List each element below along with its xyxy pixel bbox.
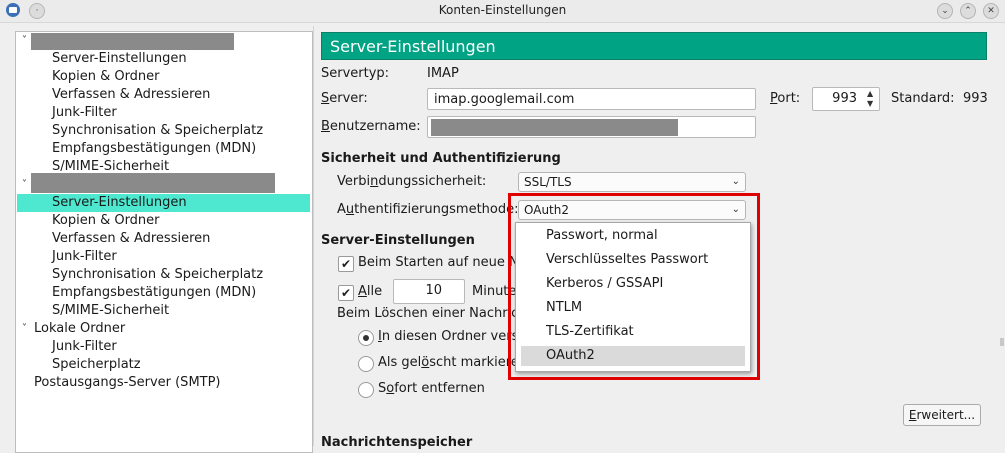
username-label: Benutzername:: [321, 119, 421, 134]
standard-port-value: 993: [963, 91, 988, 106]
tree-item-smtp[interactable]: Postausgangs-Server (SMTP): [34, 374, 221, 392]
spin-up-icon[interactable]: ▲: [867, 90, 873, 98]
check-interval-stepper[interactable]: 10: [393, 279, 465, 304]
close-icon: ✕: [987, 6, 995, 16]
on-delete-label: Beim Löschen einer Nachrich: [337, 306, 527, 321]
expand-arrow-icon[interactable]: ˅: [22, 179, 27, 190]
username-redacted: [431, 119, 678, 136]
tree-item-server-settings-2[interactable]: Server-Einstellungen: [17, 194, 310, 212]
scrollbar[interactable]: [1000, 338, 1004, 346]
tree-item-mdn-2[interactable]: Empfangsbestätigungen (MDN): [52, 284, 256, 302]
expand-arrow-icon[interactable]: ˅: [22, 35, 27, 46]
check-icon: ✔: [340, 286, 352, 300]
tree-item-sync-1[interactable]: Synchronisation & Speicherplatz: [52, 122, 263, 140]
server-settings-heading: Server-Einstellungen: [321, 233, 475, 248]
advanced-button[interactable]: Erweitert...: [903, 404, 981, 426]
server-label: Server:: [321, 91, 368, 106]
connection-security-label: Verbindungssicherheit:: [337, 174, 487, 189]
mark-deleted-label: Als gelöscht markierer: [378, 355, 525, 370]
tree-item-server-settings-1[interactable]: Server-Einstellungen: [52, 50, 187, 68]
maximize-button[interactable]: ⌃: [960, 3, 976, 19]
minimize-button[interactable]: ⌄: [937, 3, 953, 19]
check-icon: ✔: [340, 257, 352, 271]
account-name-redacted[interactable]: [31, 173, 275, 193]
chevron-up-icon: ⌃: [964, 6, 972, 16]
tree-item-local-storage[interactable]: Speicherplatz: [52, 356, 141, 374]
tree-item-mdn-1[interactable]: Empfangsbestätigungen (MDN): [52, 140, 256, 158]
remove-immediately-label: Sofort entfernen: [378, 381, 485, 396]
tree-item-local-junk[interactable]: Junk-Filter: [52, 338, 117, 356]
tree-item-junk-2[interactable]: Junk-Filter: [52, 248, 117, 266]
chevron-down-icon: ⌄: [941, 6, 949, 16]
port-label: Port:: [770, 91, 801, 106]
highlight-annotation-frame: [508, 193, 760, 380]
check-startup-label: Beim Starten auf neue Na: [358, 255, 527, 270]
window-title: Konten-Einstellungen: [438, 3, 567, 17]
tree-item-local-folders[interactable]: Lokale Ordner: [34, 320, 125, 338]
tree-item-copies-folders-2[interactable]: Kopien & Ordner: [52, 212, 160, 230]
security-heading: Sicherheit und Authentifizierung: [321, 151, 561, 166]
username-input[interactable]: [427, 116, 756, 138]
remove-immediately-radio[interactable]: [358, 382, 374, 398]
check-startup-checkbox[interactable]: ✔: [338, 256, 354, 272]
servertype-value: IMAP: [427, 66, 459, 81]
tree-item-copies-folders-1[interactable]: Kopien & Ordner: [52, 68, 160, 86]
close-button[interactable]: ✕: [983, 3, 999, 19]
servertype-label: Servertyp:: [321, 66, 390, 81]
move-to-folder-label: In diesen Ordner versc: [378, 329, 526, 344]
account-tree[interactable]: ˅ Server-Einstellungen Kopien & Ordner V…: [15, 31, 313, 453]
title-bar: · Konten-Einstellungen ⌄ ⌃ ✕: [0, 0, 1005, 23]
standard-port-label: Standard:: [891, 91, 955, 106]
mark-deleted-radio[interactable]: [358, 356, 374, 372]
expand-arrow-icon[interactable]: ˅: [22, 323, 27, 334]
auth-method-label: Authentifizierungsmethode:: [337, 202, 519, 217]
spin-down-icon[interactable]: ▼: [867, 100, 873, 108]
chevron-down-icon: ⌄: [731, 176, 740, 187]
check-every-label: Alle: [358, 284, 383, 299]
tree-item-sync-2[interactable]: Synchronisation & Speicherplatz: [52, 266, 263, 284]
check-every-checkbox[interactable]: ✔: [338, 285, 354, 301]
tree-item-smime-2[interactable]: S/MIME-Sicherheit: [52, 302, 169, 320]
pane-splitter[interactable]: [313, 26, 314, 446]
tree-item-composition-1[interactable]: Verfassen & Adressieren: [52, 86, 210, 104]
move-to-folder-radio[interactable]: [358, 330, 374, 346]
connection-security-select[interactable]: SSL/TLS ⌄: [518, 172, 746, 192]
connection-security-value: SSL/TLS: [524, 175, 572, 189]
tree-item-junk-1[interactable]: Junk-Filter: [52, 104, 117, 122]
server-input[interactable]: imap.googlemail.com: [427, 88, 756, 110]
account-name-redacted[interactable]: [31, 33, 234, 50]
tree-item-composition-2[interactable]: Verfassen & Adressieren: [52, 230, 210, 248]
panel-header: Server-Einstellungen: [321, 32, 987, 60]
